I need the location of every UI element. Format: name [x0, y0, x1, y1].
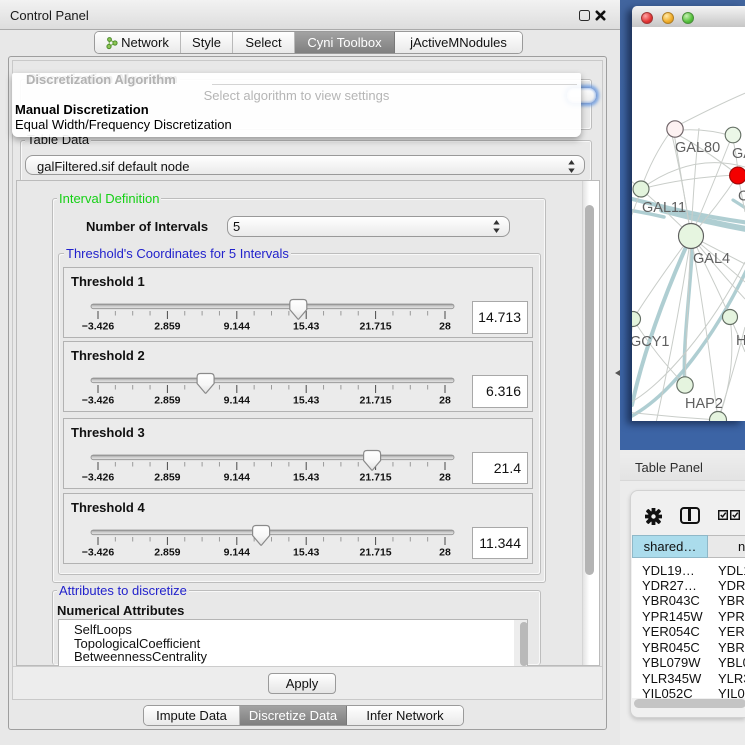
- svg-text:GCY1: GCY1: [632, 334, 670, 350]
- svg-text:C: C: [738, 189, 745, 205]
- svg-text:GA: GA: [732, 146, 745, 162]
- svg-text:21.715: 21.715: [360, 395, 392, 407]
- svg-text:GAL80: GAL80: [675, 140, 720, 156]
- svg-text:15.43: 15.43: [293, 321, 319, 333]
- svg-text:−3.426: −3.426: [82, 546, 115, 558]
- svg-text:9.144: 9.144: [224, 546, 250, 558]
- svg-text:2.859: 2.859: [154, 471, 180, 483]
- svg-text:HI: HI: [736, 333, 745, 349]
- svg-text:15.43: 15.43: [293, 471, 319, 483]
- svg-text:28: 28: [439, 321, 451, 333]
- svg-text:9.144: 9.144: [224, 321, 250, 333]
- svg-text:21.715: 21.715: [360, 546, 392, 558]
- svg-text:HAP2: HAP2: [685, 396, 723, 412]
- svg-text:2.859: 2.859: [154, 321, 180, 333]
- svg-text:9.144: 9.144: [224, 471, 250, 483]
- svg-text:−3.426: −3.426: [82, 321, 115, 333]
- svg-text:21.715: 21.715: [360, 471, 392, 483]
- svg-text:−3.426: −3.426: [82, 395, 115, 407]
- svg-text:9.144: 9.144: [224, 395, 250, 407]
- svg-text:2.859: 2.859: [154, 395, 180, 407]
- svg-text:21.715: 21.715: [360, 321, 392, 333]
- svg-text:15.43: 15.43: [293, 395, 319, 407]
- svg-text:28: 28: [439, 546, 451, 558]
- svg-text:GAL11: GAL11: [642, 200, 686, 216]
- svg-text:28: 28: [439, 395, 451, 407]
- svg-text:28: 28: [439, 471, 451, 483]
- svg-text:GAL4: GAL4: [693, 251, 730, 267]
- svg-text:15.43: 15.43: [293, 546, 319, 558]
- svg-text:−3.426: −3.426: [82, 471, 115, 483]
- svg-text:2.859: 2.859: [154, 546, 180, 558]
